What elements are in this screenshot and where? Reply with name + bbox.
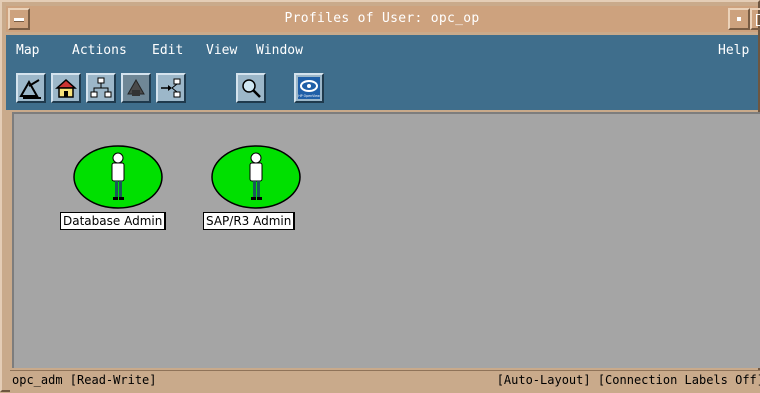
title-bar[interactable]: Profiles of User: opc_op xyxy=(6,6,760,32)
menu-view[interactable]: View xyxy=(206,35,237,66)
user-profile-icon xyxy=(211,145,301,209)
navigate-button[interactable] xyxy=(156,73,186,103)
menu-edit[interactable]: Edit xyxy=(152,35,183,66)
parent-map-icon xyxy=(127,78,145,96)
symbol-label-sap-r3-admin[interactable]: SAP/R3 Admin xyxy=(203,212,296,230)
window-menu-button[interactable] xyxy=(8,8,30,30)
search-button[interactable] xyxy=(236,73,266,103)
menu-actions[interactable]: Actions xyxy=(72,35,127,66)
hierarchy-button[interactable] xyxy=(86,73,116,103)
status-user-mode: opc_adm [Read-Write] xyxy=(12,373,157,387)
menu-window[interactable]: Window xyxy=(256,35,303,66)
home-submap-icon xyxy=(19,79,41,99)
menu-map[interactable]: Map xyxy=(16,35,39,66)
status-layout-flags: [Auto-Layout] [Connection Labels Off] xyxy=(496,373,760,387)
status-bar: opc_adm [Read-Write] [Auto-Layout] [Conn… xyxy=(10,370,760,393)
parent-map-button[interactable] xyxy=(121,73,151,103)
search-icon xyxy=(242,79,261,98)
profiles-window: Profiles of User: opc_op Map Actions Edi… xyxy=(0,0,760,393)
window-title: Profiles of User: opc_op xyxy=(284,11,480,26)
hierarchy-icon xyxy=(90,77,112,98)
navigate-arrow-icon xyxy=(161,78,181,98)
map-symbol-database-admin[interactable] xyxy=(72,144,168,210)
map-canvas[interactable]: Database Admin SAP/R3 Admin xyxy=(12,112,760,368)
hp-openview-icon: HP OpenView xyxy=(298,77,320,99)
hp-openview-logo-text: HP OpenView xyxy=(298,94,320,98)
home-submap-button[interactable] xyxy=(16,73,46,103)
map-symbol-sap-r3-admin[interactable] xyxy=(210,144,306,210)
minimize-button[interactable] xyxy=(728,8,750,30)
symbol-label-database-admin[interactable]: Database Admin xyxy=(60,212,167,230)
toolbar: HP OpenView xyxy=(6,66,758,110)
menu-help[interactable]: Help xyxy=(718,35,749,66)
root-home-icon xyxy=(55,78,77,98)
menu-bar: Map Actions Edit View Window Help xyxy=(6,35,758,66)
maximize-button[interactable] xyxy=(750,8,760,30)
user-profile-icon xyxy=(73,145,163,209)
root-home-button[interactable] xyxy=(51,73,81,103)
hp-openview-button[interactable]: HP OpenView xyxy=(294,73,324,103)
